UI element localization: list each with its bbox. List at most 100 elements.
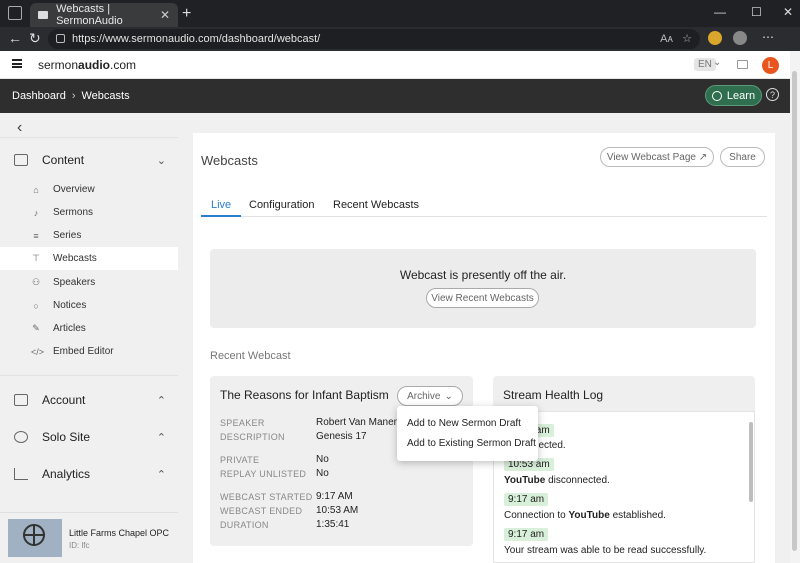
breadcrumb-current: Webcasts (81, 90, 130, 102)
folder-icon (14, 154, 28, 166)
home-icon: ⌂ (33, 184, 39, 195)
chevron-down-icon: ⌄ (444, 390, 453, 402)
sidebar-item-overview[interactable]: ⌂ Overview (0, 178, 178, 201)
url-text: https://www.sermonaudio.com/dashboard/we… (72, 33, 321, 45)
home-icon (14, 394, 28, 406)
chevron-right-icon: › (71, 90, 76, 102)
webcast-started-label: WEBCAST STARTED (220, 492, 313, 502)
divider (0, 375, 178, 376)
favorite-star-icon[interactable]: ☆ (682, 33, 692, 45)
recent-webcast-card: The Reasons for Infant Baptism Archive ⌄… (210, 376, 473, 546)
webcast-ended-label: WEBCAST ENDED (220, 506, 303, 516)
sidebar-item-series[interactable]: ≡ Series (0, 224, 178, 247)
sidebar: ‹ Content ⌄ ⌂ Overview ♪ Sermons ≡ Serie… (0, 113, 178, 563)
read-aloud-icon[interactable]: Aᴀ (660, 33, 673, 45)
favicon-icon (38, 11, 49, 19)
church-account-card[interactable]: Little Farms Chapel OPC ID: lfc (0, 512, 178, 563)
close-window-icon[interactable]: ✕ (783, 5, 793, 19)
messages-icon[interactable] (737, 60, 748, 69)
breadcrumb-dashboard[interactable]: Dashboard (12, 90, 66, 102)
sidebar-item-articles[interactable]: ✎ Articles (0, 317, 178, 340)
site-logo[interactable]: sermonaudio.com (38, 58, 136, 72)
tab-actions-icon[interactable] (8, 6, 22, 20)
browser-tab[interactable]: Webcasts | SermonAudio ✕ (30, 3, 178, 27)
graduation-cap-icon (711, 90, 722, 101)
minimize-icon[interactable]: — (714, 5, 726, 19)
lock-icon (56, 34, 65, 43)
tab-live[interactable]: Live (201, 199, 242, 217)
webcast-title: The Reasons for Infant Baptism (220, 388, 389, 402)
reload-icon[interactable]: ↻ (29, 30, 41, 47)
description-label: DESCRIPTION (220, 432, 285, 442)
sidebar-item-webcasts[interactable]: ⊤ Webcasts (0, 247, 178, 270)
browser-tab-bar: Webcasts | SermonAudio ✕ + — ☐ ✕ (0, 0, 800, 27)
back-icon[interactable]: ← (8, 30, 22, 46)
church-logo (8, 519, 62, 557)
learn-button[interactable]: Learn (705, 85, 762, 106)
sidebar-item-label: Notices (53, 300, 87, 311)
tab-recent-webcasts[interactable]: Recent Webcasts (323, 199, 429, 217)
share-button[interactable]: Share (720, 147, 765, 167)
user-avatar[interactable]: L (762, 57, 779, 74)
more-menu-icon[interactable]: ⋯ (762, 30, 774, 44)
menu-item-add-existing-draft[interactable]: Add to Existing Sermon Draft (407, 438, 536, 449)
replay-unlisted-label: REPLAY UNLISTED (220, 469, 307, 479)
address-bar: ← ↻ https://www.sermonaudio.com/dashboar… (0, 27, 800, 51)
person-icon (14, 431, 28, 443)
extension-icon[interactable] (708, 31, 722, 45)
page-scrollbar[interactable] (790, 51, 800, 563)
hamburger-menu-icon[interactable] (12, 59, 22, 68)
sidebar-item-embed-editor[interactable]: </> Embed Editor (0, 340, 178, 363)
collapse-sidebar-icon[interactable]: ‹ (17, 119, 22, 137)
log-text: Connection to YouTube established. (504, 510, 666, 521)
sidebar-item-label: Speakers (53, 277, 96, 288)
new-tab-icon[interactable]: + (182, 5, 191, 23)
section-label: Analytics (42, 467, 91, 481)
tab-configuration[interactable]: Configuration (239, 199, 324, 217)
chevron-up-icon: ⌃ (156, 431, 166, 444)
sidebar-item-notices[interactable]: ○ Notices (0, 294, 178, 317)
stream-health-title: Stream Health Log (503, 388, 604, 402)
chart-icon (14, 468, 28, 480)
sidebar-item-sermons[interactable]: ♪ Sermons (0, 201, 178, 224)
view-webcast-page-button[interactable]: View Webcast Page ↗ (600, 147, 714, 167)
sidebar-section-content[interactable]: Content ⌄ (14, 150, 166, 170)
main-content: Webcasts View Webcast Page ↗ Share Live … (178, 113, 790, 563)
scrollbar-thumb[interactable] (792, 71, 797, 551)
church-id: ID: lfc (69, 541, 90, 550)
sidebar-item-label: Embed Editor (53, 346, 114, 357)
url-field[interactable]: https://www.sermonaudio.com/dashboard/we… (48, 29, 700, 49)
menu-item-add-new-draft[interactable]: Add to New Sermon Draft (407, 418, 521, 429)
sidebar-item-speakers[interactable]: ⚇ Speakers (0, 271, 178, 294)
chat-icon: ○ (33, 300, 39, 311)
sidebar-section-account[interactable]: Account ⌃ (14, 390, 166, 410)
webcast-ended-value: 10:53 AM (316, 505, 359, 516)
sidebar-section-analytics[interactable]: Analytics ⌃ (14, 464, 166, 484)
log-timestamp: 9:17 am (504, 493, 549, 506)
breadcrumb: Dashboard › Webcasts (12, 90, 130, 102)
duration-label: DURATION (220, 520, 269, 530)
site-header: sermonaudio.com EN ⌄ L (0, 51, 790, 79)
webcast-started-value: 9:17 AM (316, 491, 353, 502)
profile-icon[interactable] (733, 31, 747, 45)
mic-icon: ♪ (33, 207, 39, 218)
description-value: Genesis 17 (316, 431, 367, 442)
chevron-down-icon[interactable]: ⌄ (713, 57, 721, 68)
view-recent-webcasts-button[interactable]: View Recent Webcasts (426, 288, 539, 308)
sidebar-section-solo-site[interactable]: Solo Site ⌃ (14, 427, 166, 447)
chevron-up-icon: ⌃ (156, 394, 166, 407)
archive-button[interactable]: Archive ⌄ (397, 386, 463, 406)
close-tab-icon[interactable]: ✕ (160, 8, 170, 22)
maximize-icon[interactable]: ☐ (751, 5, 762, 19)
church-name: Little Farms Chapel OPC (69, 528, 170, 538)
private-value: No (316, 454, 329, 465)
log-scrollbar[interactable] (749, 422, 753, 502)
log-text: YouTube disconnected. (504, 475, 610, 486)
help-icon[interactable]: ? (766, 88, 779, 101)
chevron-up-icon: ⌃ (156, 468, 166, 481)
learn-label: Learn (726, 89, 756, 102)
omni-actions: Aᴀ ☆ (660, 32, 692, 45)
duration-value: 1:35:41 (316, 519, 350, 530)
section-label: Account (42, 393, 86, 407)
pen-icon: ✎ (32, 323, 40, 333)
